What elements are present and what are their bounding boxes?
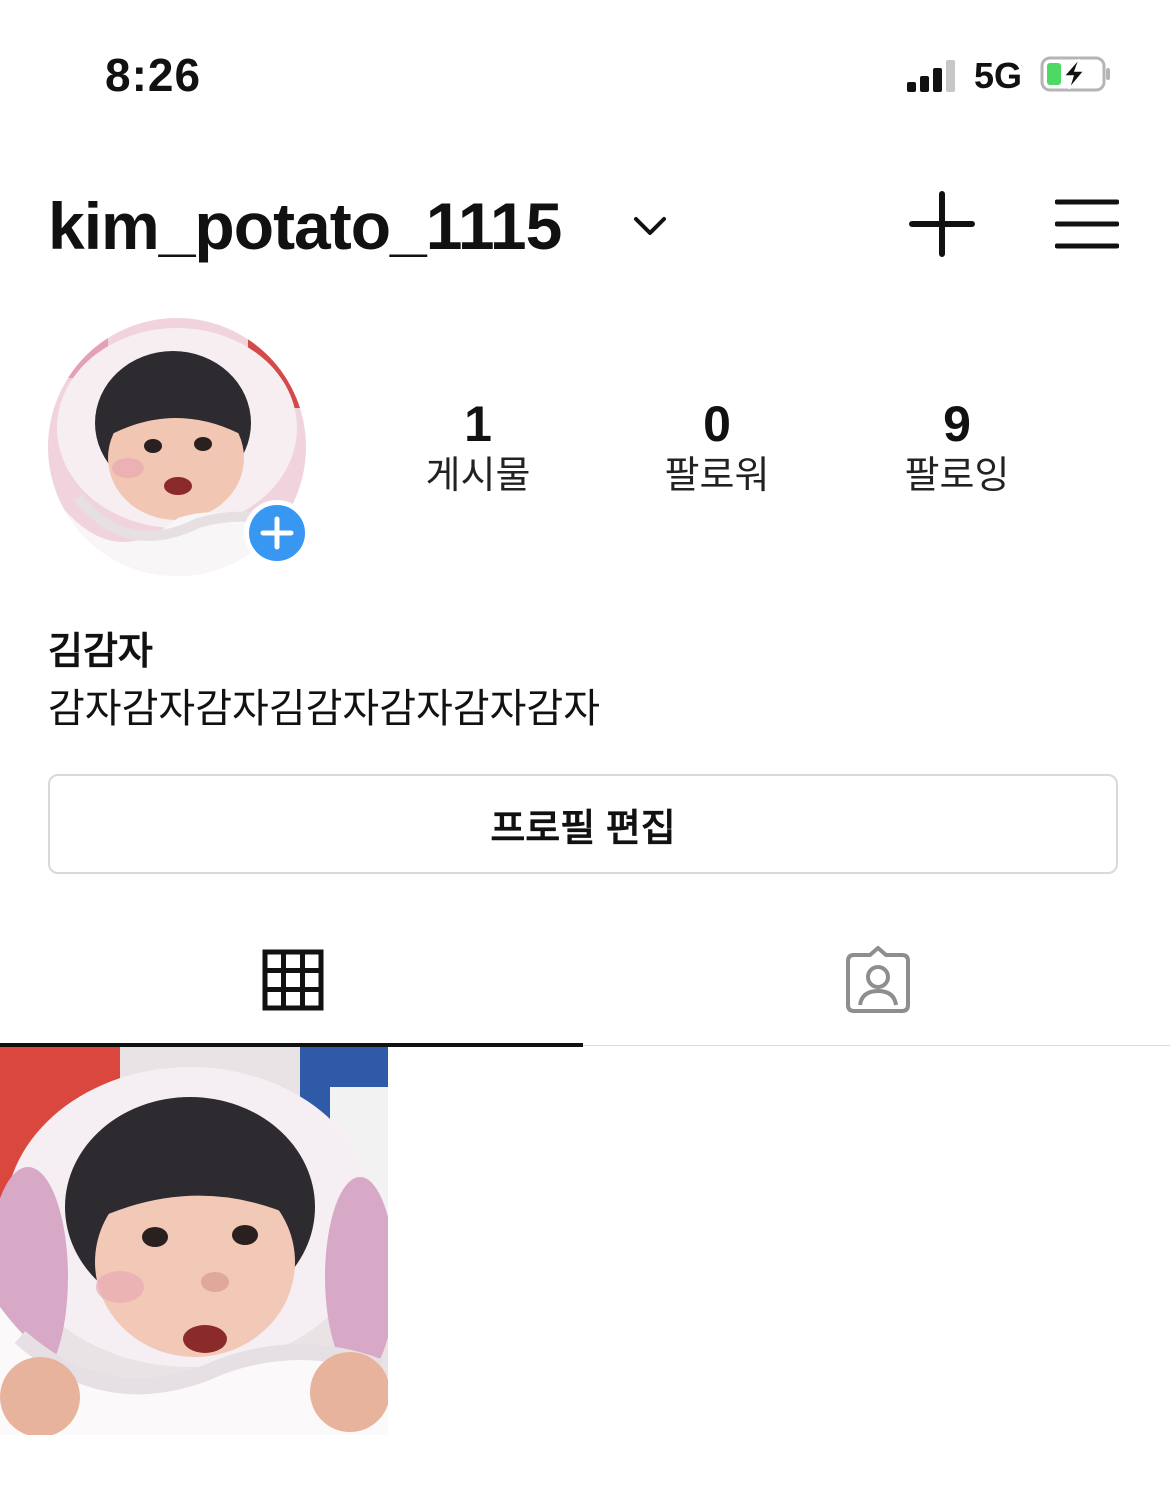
new-post-button[interactable] bbox=[908, 190, 976, 258]
tagged-person-icon bbox=[846, 946, 910, 1013]
stat-following[interactable]: 9 팔로잉 bbox=[857, 396, 1057, 500]
stat-posts-label: 게시물 bbox=[425, 455, 531, 497]
status-bar: 8:26 5G bbox=[0, 0, 1170, 150]
stat-posts-count: 1 bbox=[464, 396, 492, 452]
post-image bbox=[0, 1047, 388, 1435]
battery-charging-icon bbox=[1040, 56, 1110, 92]
bio-text: 감자감자감자김감자감자감자감자 bbox=[48, 687, 600, 731]
tab-grid-posts[interactable] bbox=[0, 935, 583, 1047]
post-thumbnail[interactable] bbox=[0, 1047, 388, 1435]
chevron-down-icon[interactable] bbox=[630, 206, 670, 246]
hamburger-menu-icon[interactable] bbox=[1055, 196, 1119, 252]
stat-followers[interactable]: 0 팔로워 bbox=[617, 396, 817, 500]
stat-following-count: 9 bbox=[943, 396, 971, 452]
stat-followers-label: 팔로워 bbox=[664, 455, 770, 497]
plus-icon bbox=[260, 516, 294, 550]
display-name: 김감자 bbox=[48, 631, 153, 673]
stat-posts[interactable]: 1 게시물 bbox=[378, 396, 578, 500]
profile-header: kim_potato_1115 bbox=[0, 170, 1170, 280]
edit-profile-button[interactable]: 프로필 편집 bbox=[48, 774, 1118, 874]
stat-followers-count: 0 bbox=[703, 396, 731, 452]
profile-tabs bbox=[0, 935, 1170, 1047]
cellular-signal-icon bbox=[907, 58, 959, 92]
stat-following-label: 팔로잉 bbox=[904, 455, 1010, 497]
grid-icon bbox=[262, 949, 324, 1011]
profile-avatar-container[interactable] bbox=[48, 318, 310, 580]
network-type: 5G bbox=[974, 55, 1023, 96]
status-time: 8:26 bbox=[105, 49, 202, 101]
add-story-button[interactable] bbox=[244, 500, 310, 566]
username-title[interactable]: kim_potato_1115 bbox=[48, 188, 562, 264]
tab-tagged-posts[interactable] bbox=[586, 935, 1169, 1045]
